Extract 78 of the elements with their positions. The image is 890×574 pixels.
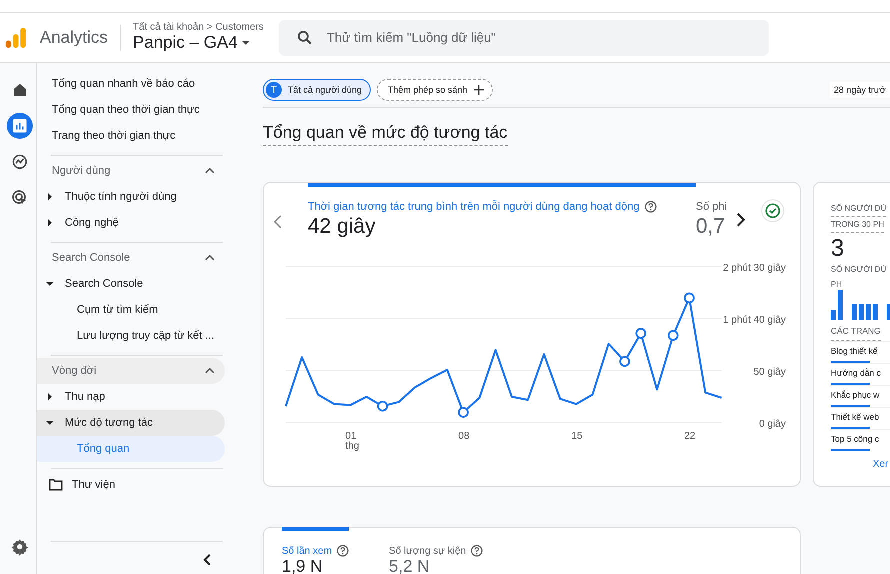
y-axis-label: 1 phút 40 giây xyxy=(723,315,786,326)
previous-chevron-icon[interactable] xyxy=(274,215,282,229)
help-icon xyxy=(337,545,350,557)
nav-subitem[interactable]: Tổng quan xyxy=(37,436,225,462)
mini-bar-chart-drawing xyxy=(831,290,890,320)
x-axis-label: 01 thg xyxy=(346,431,360,452)
segment-chip[interactable]: T Tất cả người dùng xyxy=(263,79,371,101)
target-cursor-icon xyxy=(11,189,29,207)
check-circle-icon xyxy=(761,199,786,223)
page-name: Top 5 công c xyxy=(831,434,880,445)
nav-item[interactable]: Thu nạp xyxy=(37,384,225,410)
y-axis-label: 50 giây xyxy=(754,367,786,378)
triangle-icon xyxy=(46,193,54,201)
search-icon xyxy=(296,28,314,46)
search-field[interactable]: Thử tìm kiếm "Luồng dữ liệu" xyxy=(278,20,769,56)
x-axis-label: 22 xyxy=(684,431,696,442)
nav-subitem[interactable]: Cụm từ tìm kiếm xyxy=(37,297,225,323)
page-name: Khắc phục w xyxy=(831,390,881,401)
anomaly-marker[interactable] xyxy=(684,292,695,304)
product-name: Analytics xyxy=(40,28,108,48)
report-link[interactable]: Tổng quan nhanh về báo cáo xyxy=(37,71,225,97)
section-header[interactable]: Search Console xyxy=(37,245,225,271)
settings-icon[interactable] xyxy=(11,538,29,556)
anomaly-marker[interactable] xyxy=(620,356,630,368)
anomaly-marker[interactable] xyxy=(636,328,646,339)
realtime-subtitle: SỐ NGƯỜI DÙ PH xyxy=(831,264,888,291)
folder-icon xyxy=(49,479,63,491)
date-range[interactable]: 28 ngày trướ xyxy=(830,82,890,98)
chevron-icon xyxy=(205,253,215,263)
nav-item[interactable]: Search Console xyxy=(37,271,225,297)
metric-tab[interactable]: Số lượng sự kiện 5,2 N xyxy=(389,527,484,574)
page-name: Hướng dẫn c xyxy=(831,368,882,379)
nav-rail-button[interactable] xyxy=(7,113,33,139)
add-comparison-button[interactable]: Thêm phép so sánh xyxy=(376,79,493,101)
x-axis-label: 15 xyxy=(572,431,583,442)
help-icon xyxy=(471,545,484,557)
nav-subitem[interactable]: Lưu lượng truy cập từ kết ... xyxy=(37,323,225,349)
nav-item[interactable]: Công nghệ xyxy=(37,210,225,236)
bar-chart-icon xyxy=(11,117,29,135)
next-chevron-icon[interactable] xyxy=(737,213,746,227)
report-link[interactable]: Trang theo thời gian thực xyxy=(37,123,225,149)
y-axis-label: 2 phút 30 giây xyxy=(723,263,786,274)
metric-tab[interactable]: Số lần xem 1,9 N xyxy=(282,527,350,574)
page-title: Tổng quan về mức độ tương tác xyxy=(263,123,508,146)
realtime-value: 3 xyxy=(831,236,846,262)
anomaly-marker[interactable] xyxy=(668,330,679,342)
page-name: Thiết kế web xyxy=(831,412,880,423)
nav-item[interactable]: Thuộc tính người dùng xyxy=(37,184,225,210)
page-name: Blog thiết kế xyxy=(831,346,879,357)
analytics-logo-icon xyxy=(5,26,27,48)
y-axis-label: 0 giây xyxy=(759,419,786,430)
realtime-title: SỐ NGƯỜI DÙ TRONG 30 PH xyxy=(831,201,890,233)
plus-icon xyxy=(474,85,484,95)
segment-letter-badge: T xyxy=(266,82,282,98)
section-header[interactable]: Vòng đời xyxy=(37,358,225,384)
metric-tab[interactable]: Thời gian tương tác trung bình trên mỗi người dùng đang hoạt động 42 giây xyxy=(308,183,696,239)
chevron-icon xyxy=(205,366,215,376)
triangle-icon xyxy=(46,419,54,427)
home-icon xyxy=(11,81,29,99)
pages-heading: CÁC TRANG xyxy=(831,326,881,341)
view-link[interactable]: Xer xyxy=(873,459,890,470)
report-link[interactable]: Tổng quan theo thời gian thực xyxy=(37,97,225,123)
anomaly-marker[interactable] xyxy=(458,407,469,418)
x-axis-label: 08 xyxy=(458,431,470,442)
triangle-icon xyxy=(46,280,54,288)
library-item[interactable]: Thư viện xyxy=(37,469,225,501)
nav-item[interactable]: Mức độ tương tác xyxy=(37,410,225,436)
section-header[interactable]: Người dùng xyxy=(37,158,225,184)
chevron-icon xyxy=(205,166,215,176)
trend-circle-icon xyxy=(11,153,29,171)
property-selector[interactable]: Panpic – GA4 xyxy=(133,33,264,53)
triangle-icon xyxy=(46,393,54,401)
caret-icon xyxy=(240,38,251,48)
collapse-chevron-icon[interactable] xyxy=(203,554,213,566)
account-breadcrumb[interactable]: Tất cả tài khoản > Customers xyxy=(133,22,264,33)
triangle-icon xyxy=(46,219,54,227)
metric-tab[interactable]: Số phi 0,7 xyxy=(696,183,728,239)
anomaly-marker[interactable] xyxy=(377,400,388,412)
